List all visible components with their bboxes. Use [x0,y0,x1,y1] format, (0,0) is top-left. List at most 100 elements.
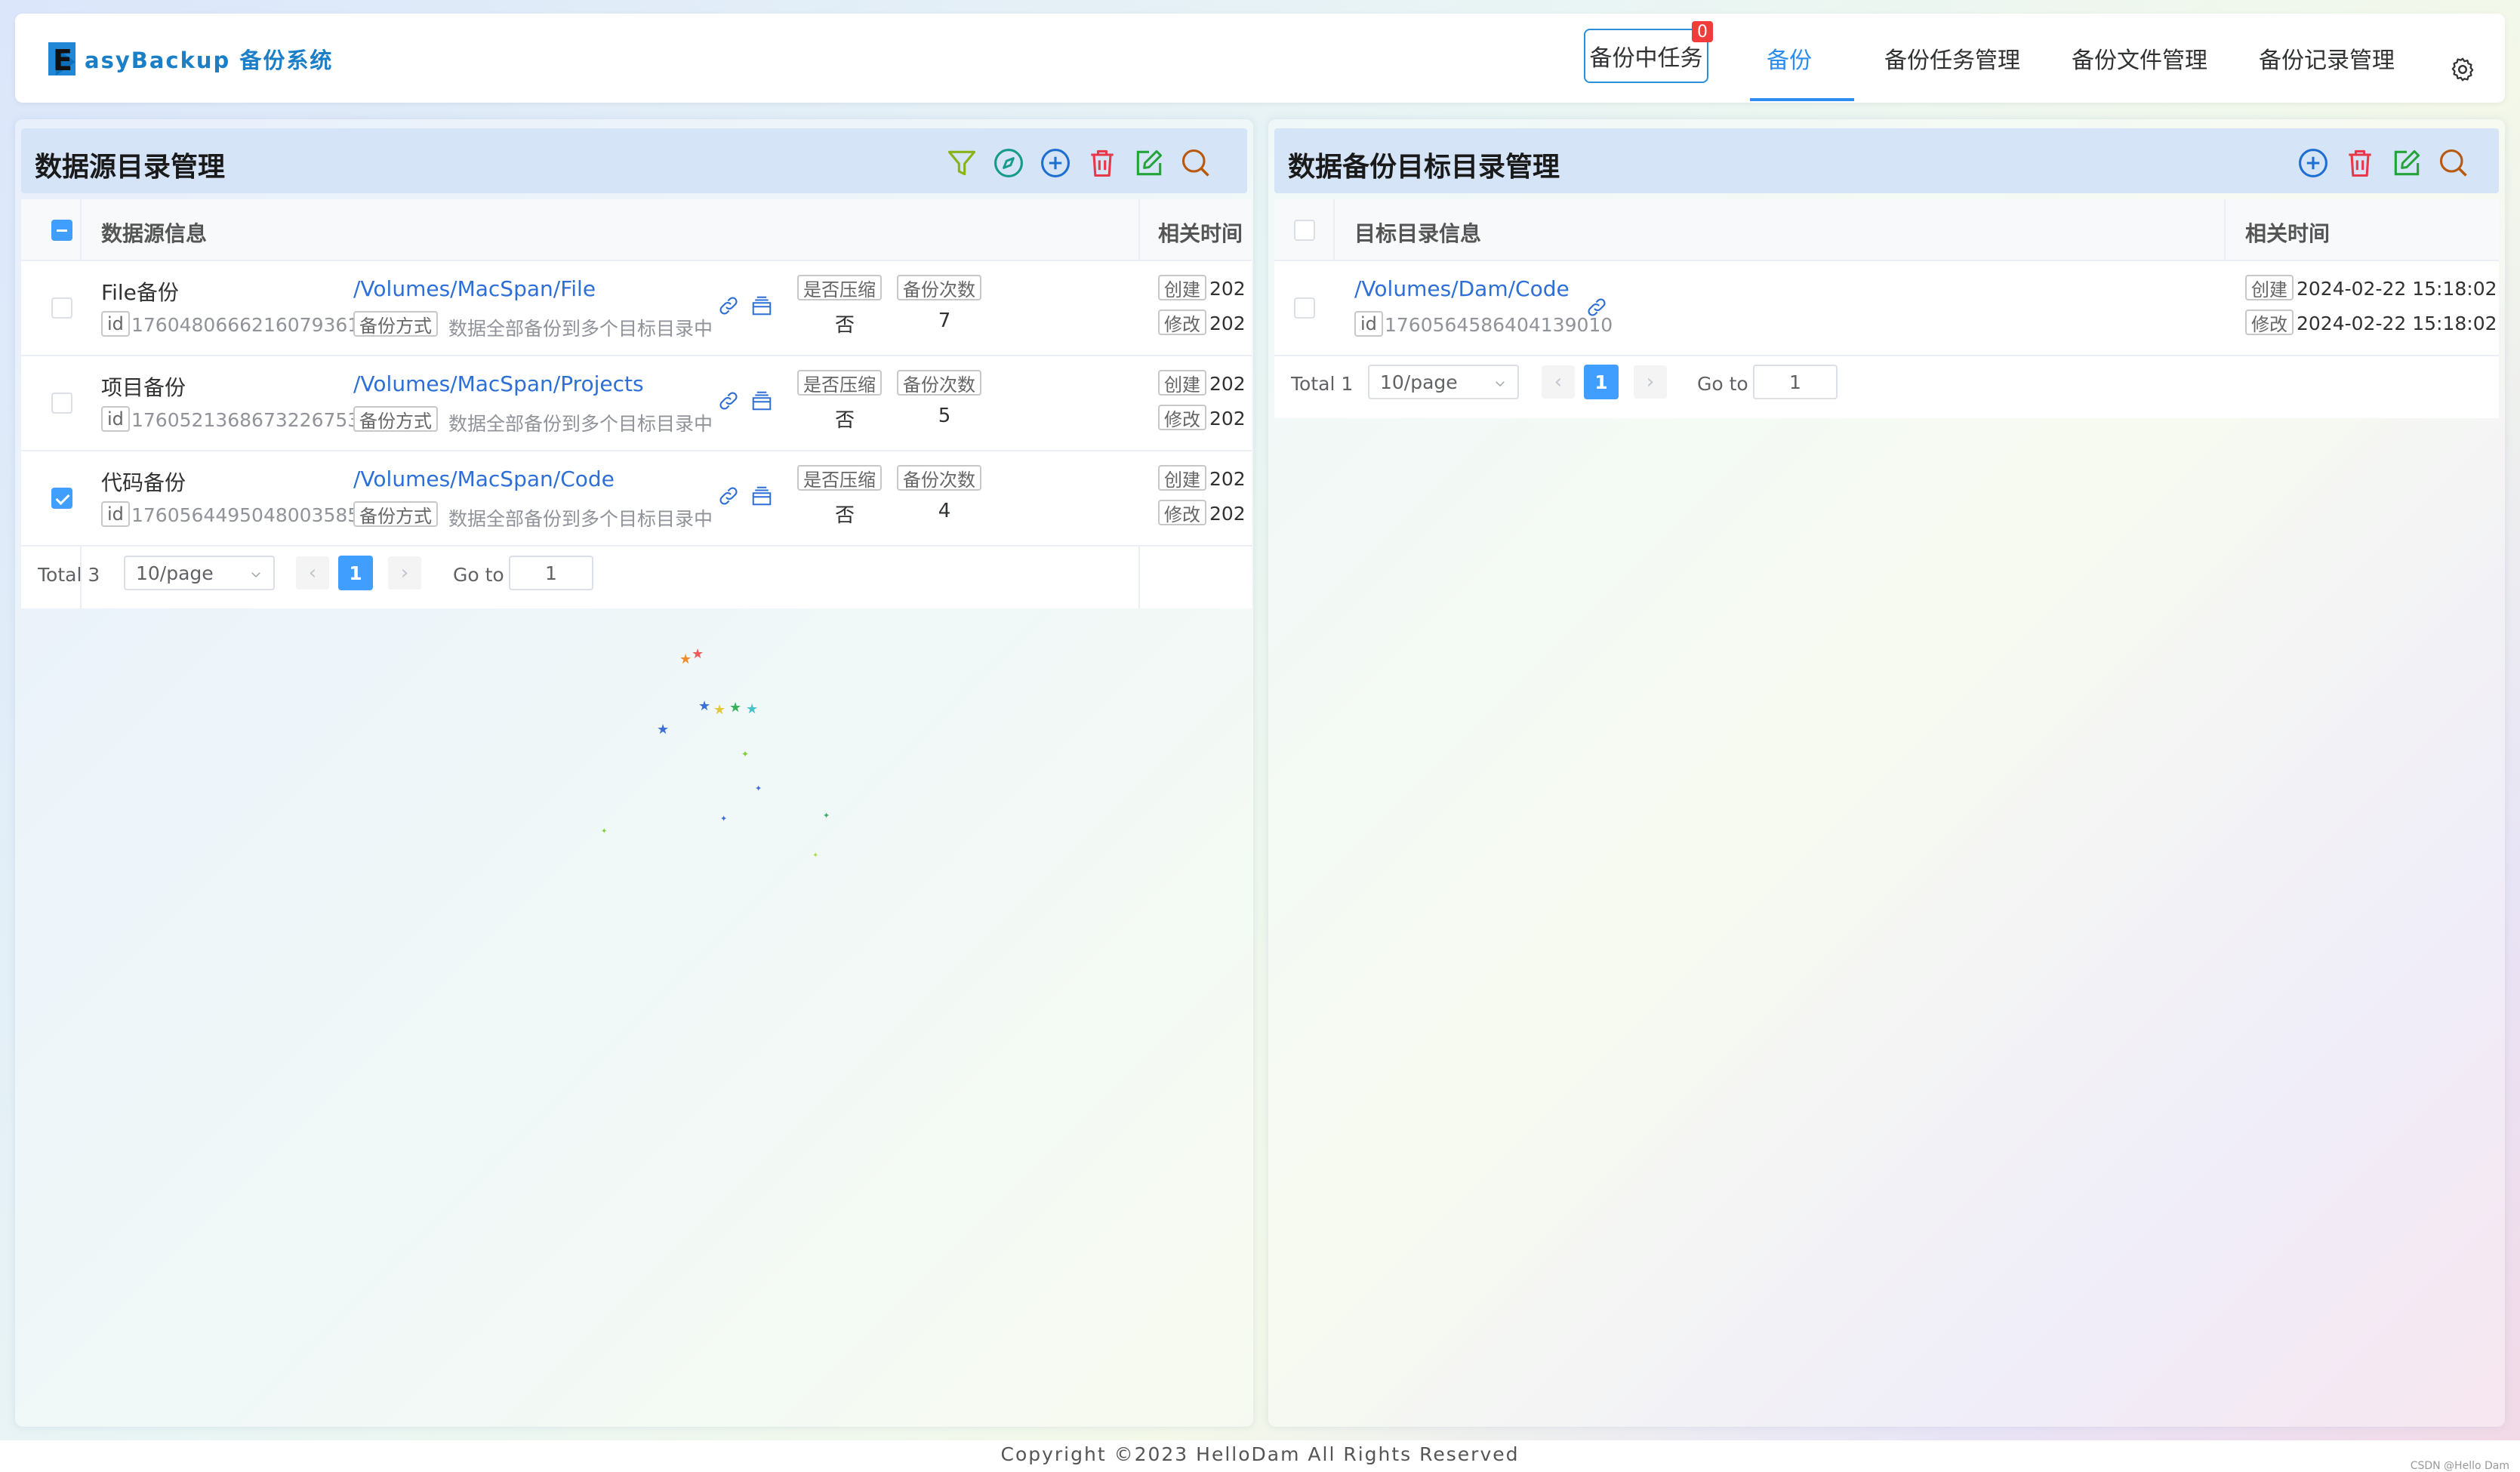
backup-count-value: 7 [938,309,951,332]
goto-page-input[interactable] [1753,365,1838,399]
created-tag: 创建 [1158,370,1206,396]
select-all-checkbox[interactable] [51,220,72,241]
link-icon[interactable] [1585,296,1608,319]
chevron-down-icon [1496,381,1505,387]
select-all-checkbox[interactable] [1294,220,1315,241]
backup-count-value: 5 [938,405,951,427]
search-icon[interactable] [1179,146,1212,180]
next-page-button[interactable]: › [388,556,421,590]
row-checkbox[interactable] [51,297,72,319]
target-list-icon[interactable] [750,294,773,317]
menu-item-record-management[interactable]: 备份记录管理 [2259,14,2395,103]
target-path-link[interactable]: /Volumes/Dam/Code [1354,276,1570,301]
running-tasks-badge: 0 [1692,21,1713,42]
modified-tag: 修改 [1158,309,1206,335]
count-tag: 备份次数 [897,465,981,491]
sparkle-decoration: ★ [657,722,670,738]
page-size-select[interactable]: 10/page [1368,365,1519,399]
pager-total: Total 3 [38,564,100,586]
watermark-text: CSDN @Hello Dam [2410,1460,2509,1472]
app-title: asyBackup 备份系统 [85,48,334,73]
target-table: 目标目录信息 相关时间 /Volumes/Dam/Code id 1760564… [1274,199,2499,418]
target-panel-title: 数据备份目标目录管理 [1288,152,1560,183]
source-panel-header: 数据源目录管理 [21,128,1247,193]
table-row[interactable]: 项目备份 id 1760521368673226753 /Volumes/Mac… [21,356,1252,451]
count-tag: 备份次数 [897,275,981,300]
table-row[interactable]: File备份 id 1760480666216079361 /Volumes/M… [21,261,1252,356]
menu-item-file-management[interactable]: 备份文件管理 [2072,14,2207,103]
source-path-link[interactable]: /Volumes/MacSpan/Code [353,467,615,491]
method-description: 数据全部备份到多个目标目录中 [448,413,713,435]
modified-time: 202 [1209,408,1246,430]
prev-page-button[interactable]: ‹ [1542,365,1575,399]
menu-item-task-management[interactable]: 备份任务管理 [1884,14,2020,103]
link-icon[interactable] [717,390,740,412]
source-id: 1760480666216079361 [131,314,360,336]
column-header-source-info: 数据源信息 [101,221,208,246]
delete-trash-icon[interactable] [1086,146,1119,180]
pager-total: Total 1 [1291,373,1354,395]
sparkle-decoration: ★ [692,646,704,662]
sparkle-decoration: ★ [713,702,726,718]
edit-icon[interactable] [2390,146,2423,180]
sparkle-decoration: ✦ [823,811,830,821]
row-checkbox[interactable] [51,393,72,414]
page-number-1[interactable]: 1 [338,556,373,590]
id-tag: id [101,501,130,527]
copyright-text: Copyright ©2023 HelloDam All Rights Rese… [1000,1443,1520,1465]
filter-icon[interactable] [945,146,978,180]
target-directory-panel: 数据备份目标目录管理 目标目录信息 相关时间 /Volumes/Dam/Code [1268,119,2505,1427]
source-path-link[interactable]: /Volumes/MacSpan/Projects [353,371,644,396]
modified-time: 2024-02-22 15:18:02 [2297,313,2497,334]
table-row[interactable]: 代码备份 id 1760564495048003585 /Volumes/Mac… [21,451,1252,547]
column-header-target-info: 目标目录信息 [1354,221,1482,246]
delete-trash-icon[interactable] [2343,146,2377,180]
created-tag: 创建 [1158,275,1206,300]
compress-tag: 是否压缩 [797,465,882,491]
target-list-icon[interactable] [750,390,773,412]
link-icon[interactable] [717,485,740,507]
created-tag: 创建 [1158,465,1206,491]
top-header: E asyBackup 备份系统 备份中任务 0 备份 备份任务管理 备份文件管… [15,14,2505,103]
goto-label: Go to [1697,373,1748,395]
created-tag: 创建 [2245,275,2294,300]
created-time: 202 [1209,468,1246,490]
table-row[interactable]: /Volumes/Dam/Code id 1760564586404139010… [1274,261,2499,356]
compress-value: 否 [834,409,855,432]
method-tag: 备份方式 [353,311,438,337]
link-icon[interactable] [717,294,740,317]
method-tag: 备份方式 [353,501,438,527]
backup-count-value: 4 [938,500,951,522]
edit-icon[interactable] [1132,146,1166,180]
sparkle-decoration: ✦ [741,749,750,759]
row-checkbox[interactable] [51,488,72,509]
page-footer: Copyright ©2023 HelloDam All Rights Rese… [0,1440,2520,1472]
sparkle-decoration: ★ [729,700,742,716]
app-logo[interactable]: E asyBackup 备份系统 [48,36,333,82]
prev-page-button[interactable]: ‹ [296,556,329,590]
modified-time: 202 [1209,313,1246,334]
target-list-icon[interactable] [750,485,773,507]
next-page-button[interactable]: › [1634,365,1667,399]
settings-gear-icon[interactable] [2449,56,2476,83]
page-size-select[interactable]: 10/page [124,556,275,590]
method-tag: 备份方式 [353,406,438,432]
column-header-related-time: 相关时间 [2245,221,2331,246]
row-checkbox[interactable] [1294,297,1315,319]
page-number-1[interactable]: 1 [1584,365,1619,399]
menu-item-backup[interactable]: 备份 [1767,14,1812,103]
sparkle-decoration: ★ [746,701,759,717]
compass-icon[interactable] [992,146,1025,180]
source-path-link[interactable]: /Volumes/MacSpan/File [353,276,596,301]
add-circle-icon[interactable] [1039,146,1072,180]
logo-mark-icon: E [48,42,82,77]
count-tag: 备份次数 [897,370,981,396]
sparkle-decoration: ✦ [720,814,728,824]
method-description: 数据全部备份到多个目标目录中 [448,508,713,530]
source-directory-panel: 数据源目录管理 数据源信息 相关时间 File备份 id 17604806662… [15,119,1253,1427]
source-table-header: 数据源信息 相关时间 [21,199,1252,261]
goto-page-input[interactable] [509,556,593,590]
search-icon[interactable] [2437,146,2470,180]
add-circle-icon[interactable] [2297,146,2330,180]
running-tasks-button[interactable]: 备份中任务 0 [1584,21,1713,83]
